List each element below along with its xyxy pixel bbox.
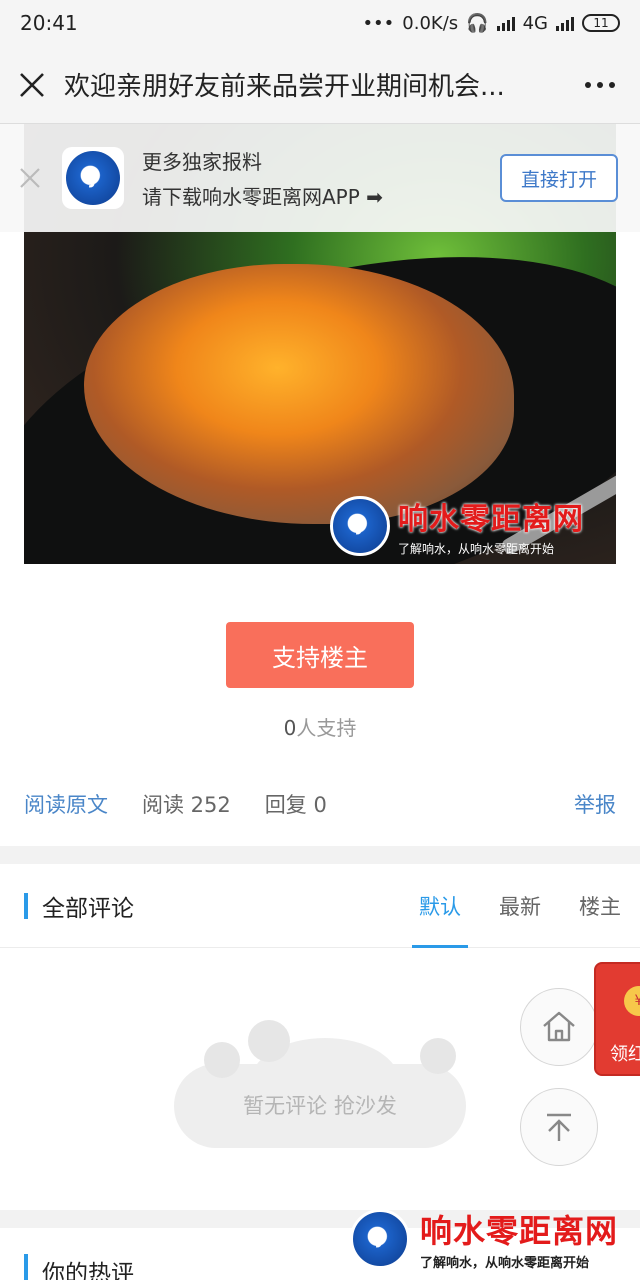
close-icon bbox=[20, 72, 44, 97]
read-original-link[interactable]: 阅读原文 bbox=[24, 789, 108, 819]
read-count: 阅读 252 bbox=[142, 793, 231, 817]
headphones-icon: 🎧 bbox=[466, 12, 489, 34]
close-button[interactable] bbox=[0, 46, 64, 124]
reply-count: 回复 0 bbox=[264, 793, 327, 817]
app-logo-icon: J bbox=[66, 151, 120, 205]
person-icon bbox=[248, 1020, 290, 1062]
section-divider bbox=[0, 846, 640, 864]
footer-watermark-title: 响水零距离网 bbox=[420, 1212, 619, 1250]
site-logo-icon: J bbox=[350, 1208, 410, 1269]
footer-watermark-subtitle: 了解响水，从响水零距离开始 bbox=[420, 1256, 590, 1271]
article-meta-row: 阅读原文 阅读 252 回复 0 举报 bbox=[0, 782, 640, 826]
banner-line1: 更多独家报料 bbox=[142, 150, 262, 174]
watermark-title: 响水零距离网 bbox=[398, 502, 584, 537]
person-icon bbox=[420, 1038, 456, 1074]
coin-icon: ¥ bbox=[624, 986, 640, 1016]
app-logo: J bbox=[62, 147, 124, 209]
comment-sort-tabs: 默认 最新 楼主 bbox=[400, 864, 640, 948]
header-bar: 欢迎亲朋好友前来品尝开业期间机会... bbox=[0, 46, 640, 124]
app-download-banner: J 更多独家报料 请下载响水零距离网APP ➡ 直接打开 bbox=[0, 124, 640, 232]
image-watermark: J 响水零距离网 了解响水，从响水零距离开始 bbox=[330, 494, 584, 557]
signal-icon bbox=[556, 15, 574, 31]
comments-header: 全部评论 默认 最新 楼主 bbox=[0, 864, 640, 948]
battery-icon: 11 bbox=[582, 14, 620, 32]
section-accent-bar bbox=[24, 892, 28, 919]
support-count-suffix: 人支持 bbox=[296, 716, 357, 740]
hot-comments-title: 你的热评 bbox=[42, 1261, 134, 1280]
person-icon bbox=[204, 1042, 240, 1078]
network-type: 4G bbox=[522, 12, 548, 34]
site-logo-icon: J bbox=[330, 495, 390, 556]
arrow-up-icon bbox=[547, 1113, 571, 1141]
watermark-subtitle: 了解响水，从响水零距离开始 bbox=[398, 542, 555, 556]
page-title: 欢迎亲朋好友前来品尝开业期间机会... bbox=[64, 72, 505, 102]
close-icon bbox=[20, 168, 40, 188]
report-link[interactable]: 举报 bbox=[574, 789, 616, 819]
support-author-button[interactable]: 支持楼主 bbox=[226, 622, 414, 688]
section-accent-bar bbox=[24, 1254, 28, 1280]
tab-default[interactable]: 默认 bbox=[400, 864, 480, 948]
empty-comments-text: 暂无评论 抢沙发 bbox=[243, 1094, 397, 1118]
open-app-button[interactable]: 直接打开 bbox=[500, 154, 618, 202]
more-options-button[interactable] bbox=[560, 46, 640, 124]
tab-latest[interactable]: 最新 bbox=[480, 864, 560, 948]
status-time: 20:41 bbox=[20, 11, 78, 35]
red-packet-label: 领红 bbox=[610, 1044, 640, 1065]
empty-comments-illustration: 暂无评论 抢沙发 bbox=[170, 1008, 470, 1148]
more-dots-icon bbox=[585, 81, 591, 88]
support-count: 0人支持 bbox=[0, 712, 640, 741]
comments-title: 全部评论 bbox=[42, 895, 134, 922]
more-dots-icon: ••• bbox=[362, 12, 395, 34]
hd-signal-icon bbox=[496, 15, 515, 31]
banner-line2: 请下载响水零距离网APP ➡ bbox=[142, 185, 383, 209]
footer-watermark: J 响水零距离网 了解响水，从响水零距离开始 bbox=[350, 1206, 618, 1271]
support-count-number: 0 bbox=[283, 716, 297, 740]
status-bar: 20:41 ••• 0.0K/s 🎧 4G 11 bbox=[0, 0, 640, 46]
network-speed: 0.0K/s bbox=[402, 12, 459, 34]
banner-close-button[interactable] bbox=[0, 124, 60, 232]
back-to-top-button[interactable] bbox=[520, 1088, 598, 1166]
home-icon bbox=[543, 1011, 575, 1042]
home-button[interactable] bbox=[520, 988, 598, 1066]
red-packet-button[interactable]: ¥ 领红 bbox=[594, 962, 640, 1076]
tab-author[interactable]: 楼主 bbox=[560, 864, 640, 948]
